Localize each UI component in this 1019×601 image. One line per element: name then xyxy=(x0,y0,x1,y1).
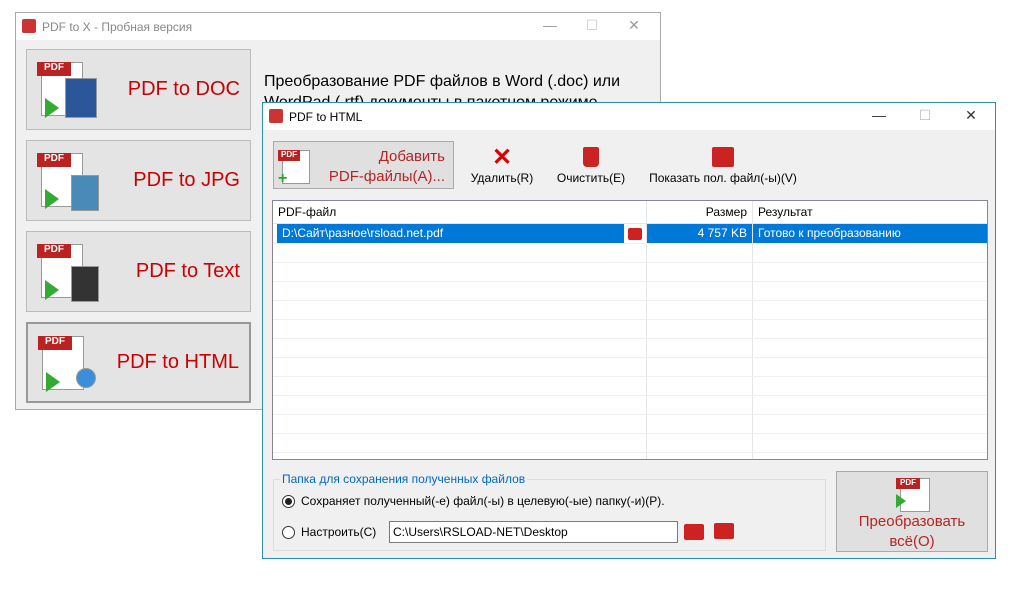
dialog-close-button[interactable]: ✕ xyxy=(961,107,981,125)
pdf-to-text-icon: PDF xyxy=(35,240,99,304)
minimize-button[interactable]: — xyxy=(540,17,560,35)
column-header-file[interactable]: PDF-файл xyxy=(273,201,646,220)
delete-x-icon: ✕ xyxy=(491,144,513,171)
add-pdf-icon: PDF + xyxy=(278,148,310,187)
convert-icon: PDF xyxy=(892,476,932,512)
option-custom-folder[interactable]: Настроить(C) xyxy=(282,525,376,540)
dialog-title: PDF to HTML xyxy=(289,109,363,124)
browse-folder-icon[interactable] xyxy=(684,524,704,540)
dialog-app-icon xyxy=(269,109,283,123)
dialog-title-bar: PDF to HTML — ☐ ✕ xyxy=(263,103,995,130)
delete-button[interactable]: ✕ Удалить(R) xyxy=(467,144,537,186)
show-file-icon[interactable] xyxy=(628,228,642,240)
size-cell: 4 757 KB xyxy=(647,224,752,243)
folder-search-icon xyxy=(712,147,734,167)
output-folder-group: Папка для сохранения полученных файлов С… xyxy=(273,472,826,551)
pdf-to-html-button[interactable]: PDF PDF to HTML xyxy=(26,322,251,403)
dialog-minimize-button[interactable]: — xyxy=(869,107,889,125)
pdf-to-doc-icon: PDF xyxy=(35,58,99,122)
option-same-folder[interactable]: Сохраняет полученный(-е) файл(-ы) в целе… xyxy=(282,494,665,509)
radio-custom-folder[interactable] xyxy=(282,526,295,540)
pdf-to-doc-button[interactable]: PDF PDF to DOC xyxy=(26,49,251,130)
show-output-button[interactable]: Показать пол. файл(-ы)(V) xyxy=(645,145,801,185)
title-bar: PDF to X - Пробная версия — ☐ ✕ xyxy=(16,13,660,40)
close-button[interactable]: ✕ xyxy=(624,17,644,35)
recycle-bin-icon xyxy=(583,147,599,167)
app-icon xyxy=(22,19,36,33)
window-title: PDF to X - Пробная версия xyxy=(42,19,193,34)
column-header-result[interactable]: Результат xyxy=(753,201,987,220)
maximize-button[interactable]: ☐ xyxy=(582,17,602,35)
convert-all-button[interactable]: PDF Преобразовать всё(O) xyxy=(836,471,988,552)
pdf-to-html-dialog: PDF to HTML — ☐ ✕ PDF + Добавить PDF-файл… xyxy=(262,102,996,559)
table-header: PDF-файл Размер Результат xyxy=(273,201,987,224)
file-cell: D:\Сайт\разное\rsload.net.pdf xyxy=(277,224,624,243)
dialog-maximize-button[interactable]: ☐ xyxy=(915,107,935,125)
table-row[interactable]: D:\Сайт\разное\rsload.net.pdf 4 757 KB Г… xyxy=(273,224,987,244)
pdf-to-jpg-icon: PDF xyxy=(35,149,99,213)
add-pdf-button[interactable]: PDF + Добавить PDF-файлы(A)... xyxy=(273,141,454,189)
file-list[interactable]: PDF-файл Размер Результат D:\Сайт\разное… xyxy=(272,200,988,460)
radio-same-folder[interactable] xyxy=(282,495,295,509)
result-cell: Готово к преобразованию xyxy=(753,224,987,243)
pdf-to-html-icon: PDF xyxy=(36,332,100,396)
column-header-size[interactable]: Размер xyxy=(647,201,752,220)
group-label: Папка для сохранения полученных файлов xyxy=(280,472,528,486)
pdf-to-jpg-button[interactable]: PDF PDF to JPG xyxy=(26,140,251,221)
open-folder-icon[interactable] xyxy=(714,523,734,539)
pdf-to-text-button[interactable]: PDF PDF to Text xyxy=(26,231,251,312)
output-path-input[interactable]: C:\Users\RSLOAD-NET\Desktop xyxy=(389,521,678,543)
clear-button[interactable]: Очистить(E) xyxy=(551,145,631,185)
